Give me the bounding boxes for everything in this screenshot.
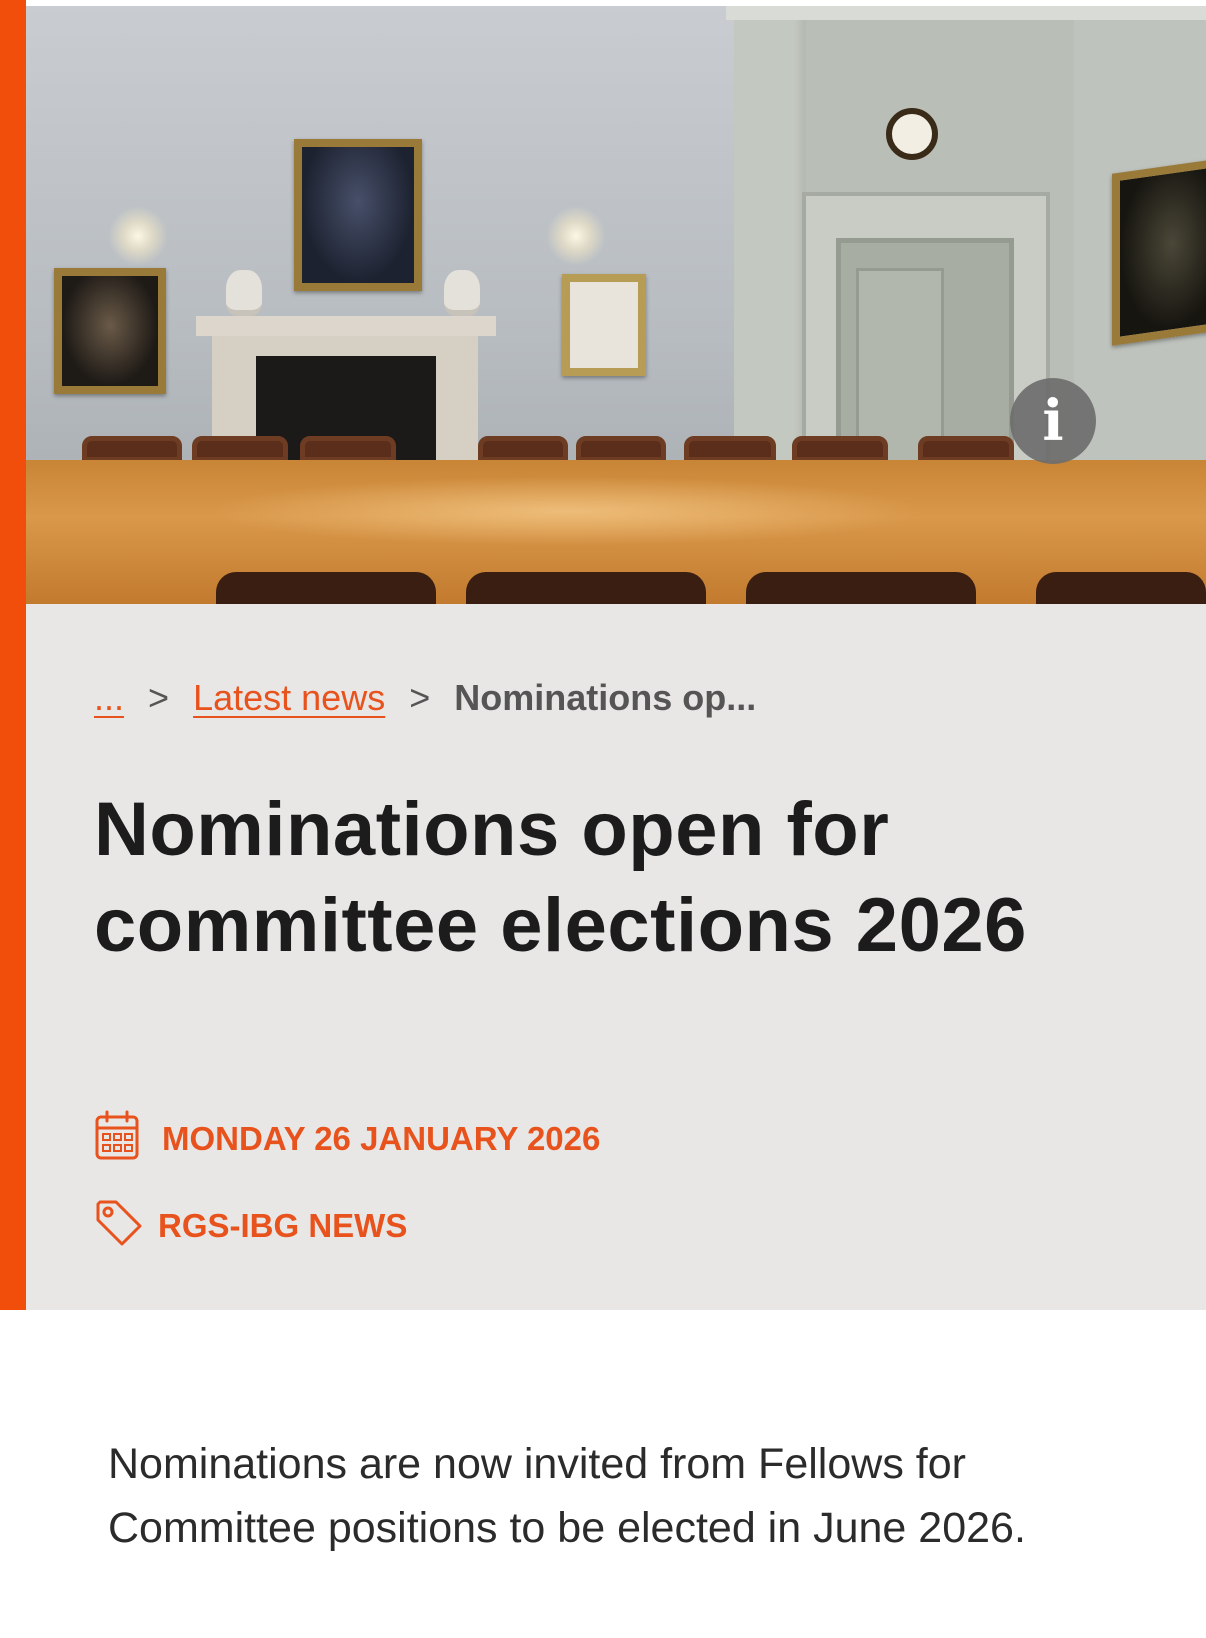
portrait-image <box>54 268 166 394</box>
portrait-image <box>294 139 422 291</box>
info-icon[interactable]: i <box>1010 378 1096 464</box>
publish-date-text: MONDAY 26 JANUARY 2026 <box>162 1119 601 1157</box>
accent-bar <box>0 0 26 1310</box>
category-link[interactable]: RGS-IBG NEWS <box>158 1206 407 1246</box>
breadcrumb: ... > Latest news > Nominations op... <box>94 676 756 720</box>
breadcrumb-current: Nominations op... <box>454 677 757 718</box>
hero-image <box>26 6 1206 604</box>
breadcrumb-latest-news-link[interactable]: Latest news <box>193 677 385 718</box>
category: RGS-IBG NEWS <box>94 1198 407 1253</box>
portrait-image <box>1112 158 1206 346</box>
portrait-image <box>562 274 646 376</box>
clock-image <box>886 108 938 160</box>
breadcrumb-separator: > <box>148 677 170 718</box>
tag-icon <box>94 1198 144 1253</box>
article-intro: Nominations are now invited from Fellows… <box>108 1440 1026 1552</box>
breadcrumb-separator: > <box>409 677 431 718</box>
page-title: Nominations open for committee elections… <box>94 787 1027 968</box>
calendar-icon <box>94 1110 140 1167</box>
breadcrumb-ellipsis-link[interactable]: ... <box>94 677 124 718</box>
publish-date: MONDAY 26 JANUARY 2026 <box>94 1110 600 1167</box>
